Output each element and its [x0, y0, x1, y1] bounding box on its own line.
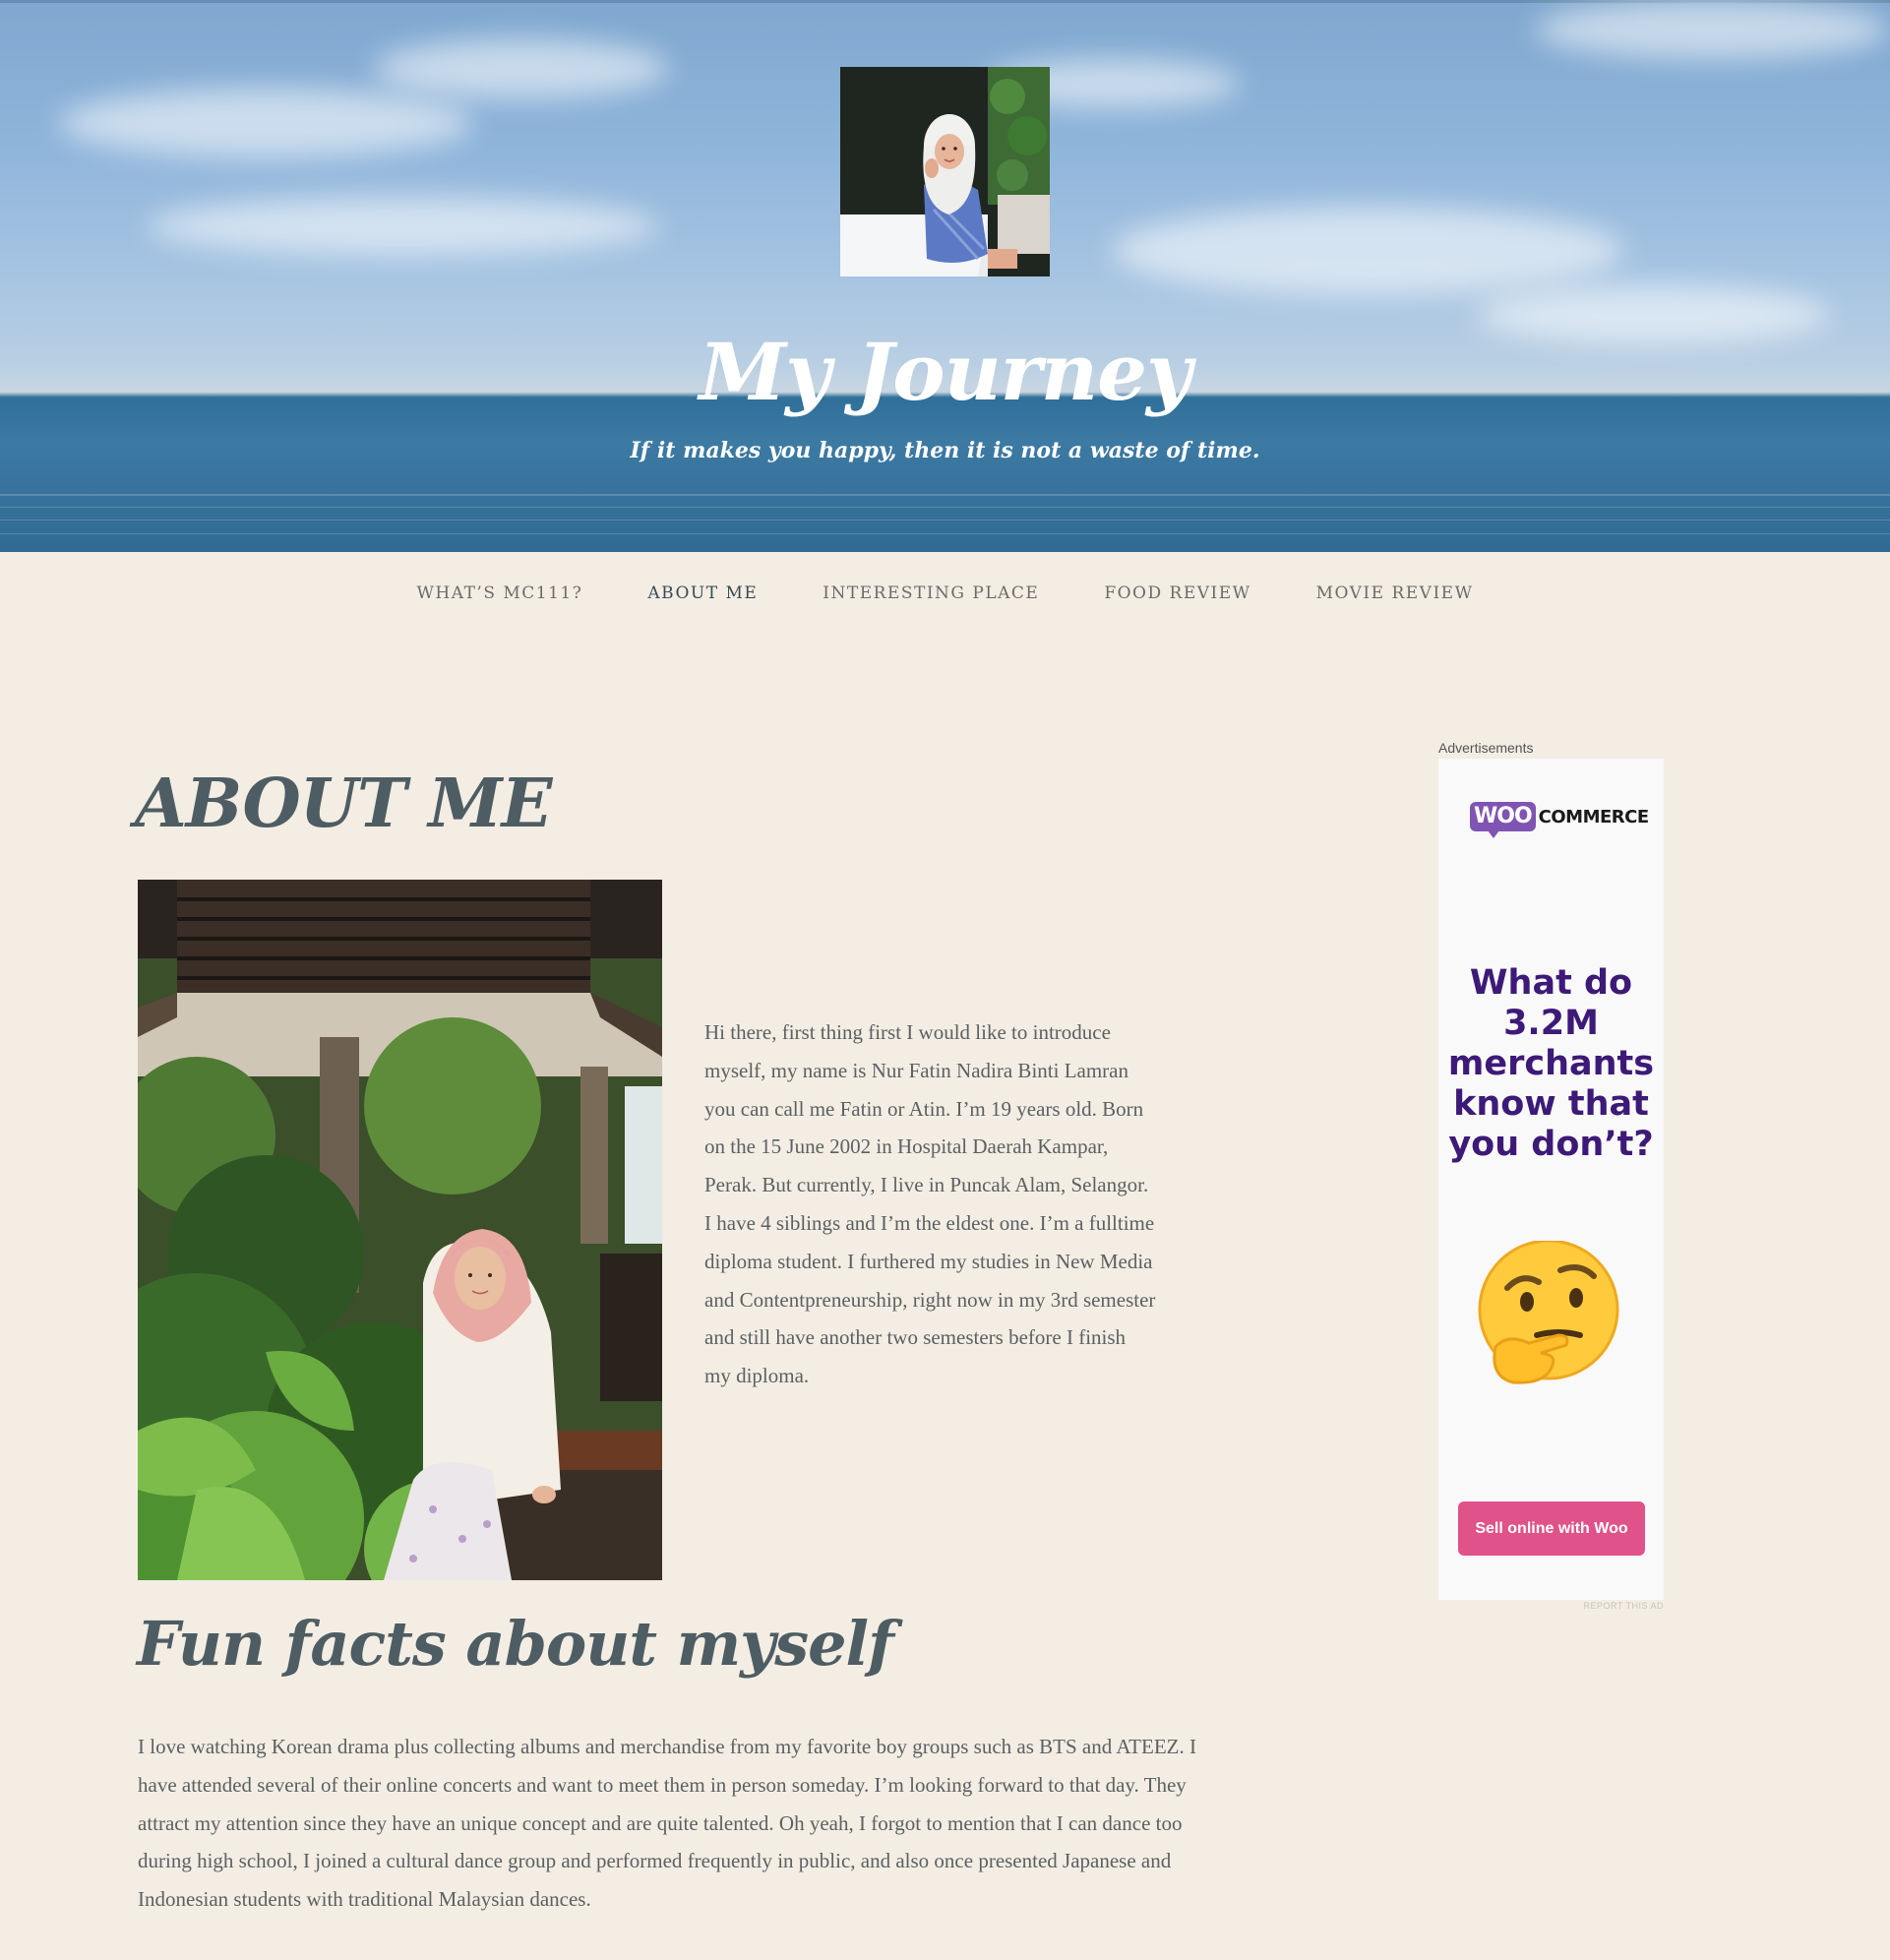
sea-wave: [0, 507, 1890, 508]
nav-item-whats-mc111[interactable]: WHAT’S MC111?: [416, 583, 582, 603]
nav-item-food-review[interactable]: FOOD REVIEW: [1104, 583, 1250, 603]
woocommerce-logo: WOO COMMERCE: [1470, 802, 1650, 838]
cloud: [374, 39, 669, 98]
nav-item-interesting-place[interactable]: INTERESTING PLACE: [823, 583, 1039, 603]
horizon: [0, 494, 1890, 496]
cloud: [1112, 207, 1623, 295]
page-title: ABOUT ME: [135, 765, 552, 843]
cloud: [1535, 0, 1889, 59]
fun-facts-heading: Fun facts about myself: [137, 1608, 894, 1680]
woo-word: COMMERCE: [1538, 806, 1650, 827]
about-me-photo: [138, 880, 662, 1580]
cloud: [148, 197, 659, 256]
sea-wave: [0, 533, 1890, 534]
intro-paragraph: Hi there, first thing first I would like…: [704, 1020, 1156, 1388]
nav-item-about-me[interactable]: ABOUT ME: [647, 583, 758, 603]
ad-label: Advertisements: [1438, 740, 1534, 756]
sell-online-button[interactable]: Sell online with Woo: [1458, 1501, 1645, 1556]
fun-facts-paragraph: I love watching Korean drama plus collec…: [138, 1735, 1196, 1912]
site-logo-photo[interactable]: [840, 67, 1050, 276]
site-title[interactable]: My Journey: [0, 323, 1890, 421]
ad-headline: What do 3.2M merchants know that you don…: [1447, 963, 1655, 1164]
header-top-line: [0, 0, 1890, 3]
header-banner: My Journey If it makes you happy, then i…: [0, 0, 1890, 552]
thinking-face-icon: [1478, 1239, 1625, 1388]
main-navigation: WHAT’S MC111? ABOUT ME INTERESTING PLACE…: [0, 552, 1890, 635]
woo-badge: WOO: [1470, 802, 1536, 838]
nav-item-movie-review[interactable]: MOVIE REVIEW: [1316, 583, 1474, 603]
site-tagline: If it makes you happy, then it is not a …: [630, 438, 1260, 463]
cloud: [59, 89, 472, 157]
sea-wave: [0, 520, 1890, 521]
report-ad-link[interactable]: REPORT THIS AD: [1564, 1601, 1664, 1611]
ad-banner[interactable]: WOO COMMERCE What do 3.2M merchants know…: [1438, 759, 1664, 1600]
